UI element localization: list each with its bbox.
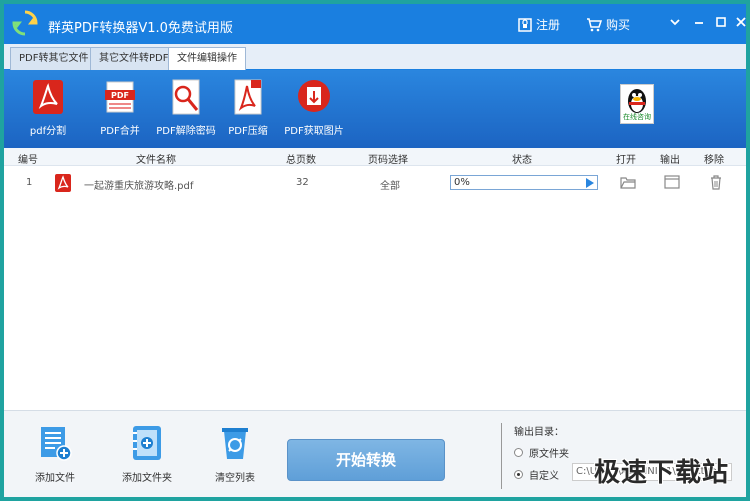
row-index: 1: [26, 177, 33, 188]
add-folder-label: 添加文件夹: [122, 473, 172, 484]
row-progress-bar: 0%: [450, 175, 598, 190]
close-button[interactable]: [732, 15, 746, 33]
settings-dropdown-button[interactable]: [666, 15, 684, 33]
buy-label: 购买: [606, 18, 631, 32]
tab-pdf-to-other[interactable]: PDF转其它文件: [10, 47, 98, 70]
col-status-header: 状态: [512, 155, 532, 166]
radio-original-indicator[interactable]: [514, 448, 523, 457]
close-icon: [736, 17, 746, 27]
col-output-header: 输出: [660, 155, 680, 166]
online-consult-button[interactable]: 在线咨询: [620, 84, 654, 124]
radio-custom-label: 自定义: [529, 471, 559, 482]
file-list-area: [4, 200, 746, 410]
col-index-header: 编号: [18, 155, 38, 166]
output-window-icon[interactable]: [664, 174, 680, 190]
row-pages: 32: [296, 177, 309, 188]
open-folder-icon[interactable]: [620, 174, 636, 190]
add-file-icon: [41, 427, 72, 461]
start-convert-button[interactable]: 开始转换: [287, 439, 445, 481]
table-row[interactable]: 1 一起游重庆旅游攻略.pdf 32 全部 0%: [4, 169, 746, 197]
panel-divider: [501, 423, 502, 489]
tab-bar: PDF转其它文件 其它文件转PDF 文件编辑操作: [4, 44, 746, 71]
col-pages-header: 总页数: [286, 155, 316, 166]
register-button[interactable]: 注册: [518, 16, 560, 33]
online-consult-label: 在线咨询: [623, 113, 651, 121]
row-filename: 一起游重庆旅游攻略.pdf: [84, 181, 194, 192]
clear-list-button[interactable]: 清空列表: [200, 423, 270, 484]
recycle-bin-icon: [222, 428, 248, 459]
minimize-icon: [695, 22, 703, 24]
watermark-text: 极速下载站: [594, 458, 730, 488]
add-file-button[interactable]: 添加文件: [20, 423, 90, 484]
add-folder-button[interactable]: 添加文件夹: [112, 423, 182, 484]
file-table-header: 编号 文件名称 总页数 页码选择 状态 打开 输出 移除: [4, 148, 746, 166]
trash-icon[interactable]: [708, 174, 724, 190]
maximize-icon: [716, 17, 726, 27]
tab-other-to-pdf[interactable]: 其它文件转PDF: [90, 47, 178, 70]
col-remove-header: 移除: [704, 155, 724, 166]
app-title: 群英PDF转换器V1.0免费试用版: [48, 21, 233, 36]
lock-icon: [518, 17, 532, 32]
col-filename-header: 文件名称: [136, 155, 176, 166]
tab-file-edit[interactable]: 文件编辑操作: [168, 47, 246, 71]
col-open-header: 打开: [616, 155, 636, 166]
qq-penguin-icon: [628, 89, 646, 113]
pdf-split-label: pdf分割: [29, 126, 67, 137]
clear-list-label: 清空列表: [215, 473, 255, 484]
buy-button[interactable]: 购买: [586, 16, 630, 33]
output-dir-title: 输出目录：: [514, 427, 564, 438]
title-bar: 群英PDF转换器V1.0免费试用版 注册 购买: [4, 4, 746, 44]
pdf-extract-image-button[interactable]: PDF获取图片: [274, 78, 354, 137]
progress-text: 0%: [454, 177, 470, 188]
pdf-unlock-icon: [172, 79, 200, 115]
row-page-select[interactable]: 全部: [380, 177, 400, 192]
add-file-label: 添加文件: [35, 473, 75, 484]
col-page-select-header: 页码选择: [368, 155, 408, 166]
add-folder-icon: [133, 426, 161, 460]
pdf-extract-image-icon: [298, 80, 330, 112]
radio-original-label: 原文件夹: [529, 449, 569, 460]
pdf-split-button[interactable]: pdf分割: [8, 78, 88, 137]
app-window: 群英PDF转换器V1.0免费试用版 注册 购买 PDF转其它文件 其它文件转PD…: [0, 0, 750, 501]
svg-text:PDF: PDF: [111, 91, 129, 100]
pdf-split-icon: [33, 80, 63, 114]
radio-custom-folder[interactable]: 自定义: [514, 467, 559, 482]
register-label: 注册: [536, 18, 561, 32]
cart-icon: [587, 17, 602, 31]
pdf-extract-image-label: PDF获取图片: [284, 126, 344, 137]
radio-original-folder[interactable]: 原文件夹: [514, 445, 569, 460]
chevron-down-icon: [670, 19, 680, 26]
minimize-button[interactable]: [690, 15, 708, 33]
maximize-button[interactable]: [712, 15, 730, 33]
play-icon[interactable]: [586, 178, 594, 188]
pdf-compress-icon: [234, 79, 262, 115]
pdf-file-icon: [55, 174, 71, 192]
radio-custom-indicator[interactable]: [514, 470, 523, 479]
app-logo-icon: [12, 10, 38, 36]
pdf-merge-icon: PDF: [105, 81, 135, 113]
